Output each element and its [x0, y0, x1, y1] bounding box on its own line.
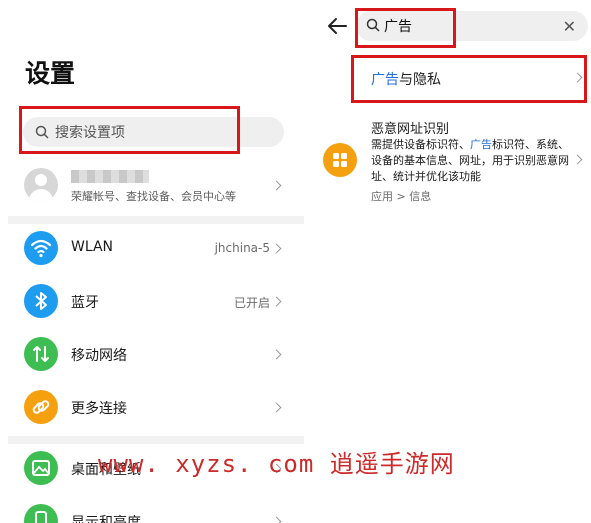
bluetooth-icon [24, 284, 58, 318]
chevron-right-icon [271, 349, 282, 360]
settings-item-label: 更多连接 [71, 401, 127, 417]
settings-item-mobile-network[interactable]: 移动网络 [0, 330, 304, 382]
account-row[interactable]: 荣耀帐号、查找设备、会员中心等 [0, 162, 304, 216]
chevron-right-icon [271, 516, 282, 523]
settings-item-wlan[interactable]: WLAN jhchina-5 [0, 224, 304, 276]
display-icon [24, 504, 58, 523]
link-icon [24, 390, 58, 424]
avatar [24, 168, 58, 202]
chevron-right-icon [271, 296, 282, 307]
section-divider [8, 436, 304, 444]
chevron-right-icon [271, 180, 282, 191]
settings-item-label: 蓝牙 [71, 295, 99, 311]
back-arrow-icon[interactable] [326, 16, 348, 36]
account-name-blurred [71, 170, 149, 183]
settings-item-label: 显示和亮度 [71, 515, 141, 523]
settings-item-value: 已开启 [233, 296, 270, 310]
settings-item-label: 移动网络 [71, 348, 127, 364]
page-title: 设置 [25, 59, 76, 88]
settings-item-bluetooth[interactable]: 蓝牙 已开启 [0, 277, 304, 329]
result-highlight: 广告 [470, 138, 492, 151]
section-divider [8, 216, 304, 224]
settings-item-more-connections[interactable]: 更多连接 [0, 383, 304, 435]
apps-grid-icon [323, 143, 357, 177]
settings-item-label: WLAN [71, 239, 114, 255]
watermark: www. xyzs. com 逍遥手游网 [98, 450, 455, 478]
result-item-ads-privacy[interactable]: 广告与隐私 [371, 69, 441, 89]
settings-item-value: jhchina-5 [214, 241, 270, 255]
settings-item-display[interactable]: 显示和亮度 [0, 497, 304, 523]
chevron-right-icon [271, 402, 282, 413]
wallpaper-icon [24, 451, 58, 485]
annotation-box-search [19, 106, 240, 154]
result-highlight: 广告 [371, 72, 399, 88]
result-title: 恶意网址识别 [371, 122, 450, 137]
mobile-network-icon [24, 337, 58, 371]
account-subtitle: 荣耀帐号、查找设备、会员中心等 [71, 190, 236, 203]
result-path: 应用 > 信息 [371, 190, 432, 203]
close-icon[interactable]: ✕ [563, 17, 576, 36]
result-description: 需提供设备标识符、广告标识符、系统、设备的基本信息、网址，用于识别恶意网址、统计… [371, 138, 569, 183]
result-item-malicious-url[interactable]: 恶意网址识别 需提供设备标识符、广告标识符、系统、设备的基本信息、网址，用于识别… [304, 112, 591, 212]
annotation-box-query [355, 8, 456, 48]
result-label-rest: 与隐私 [399, 72, 441, 88]
wifi-icon [24, 231, 58, 265]
chevron-right-icon [271, 243, 282, 254]
